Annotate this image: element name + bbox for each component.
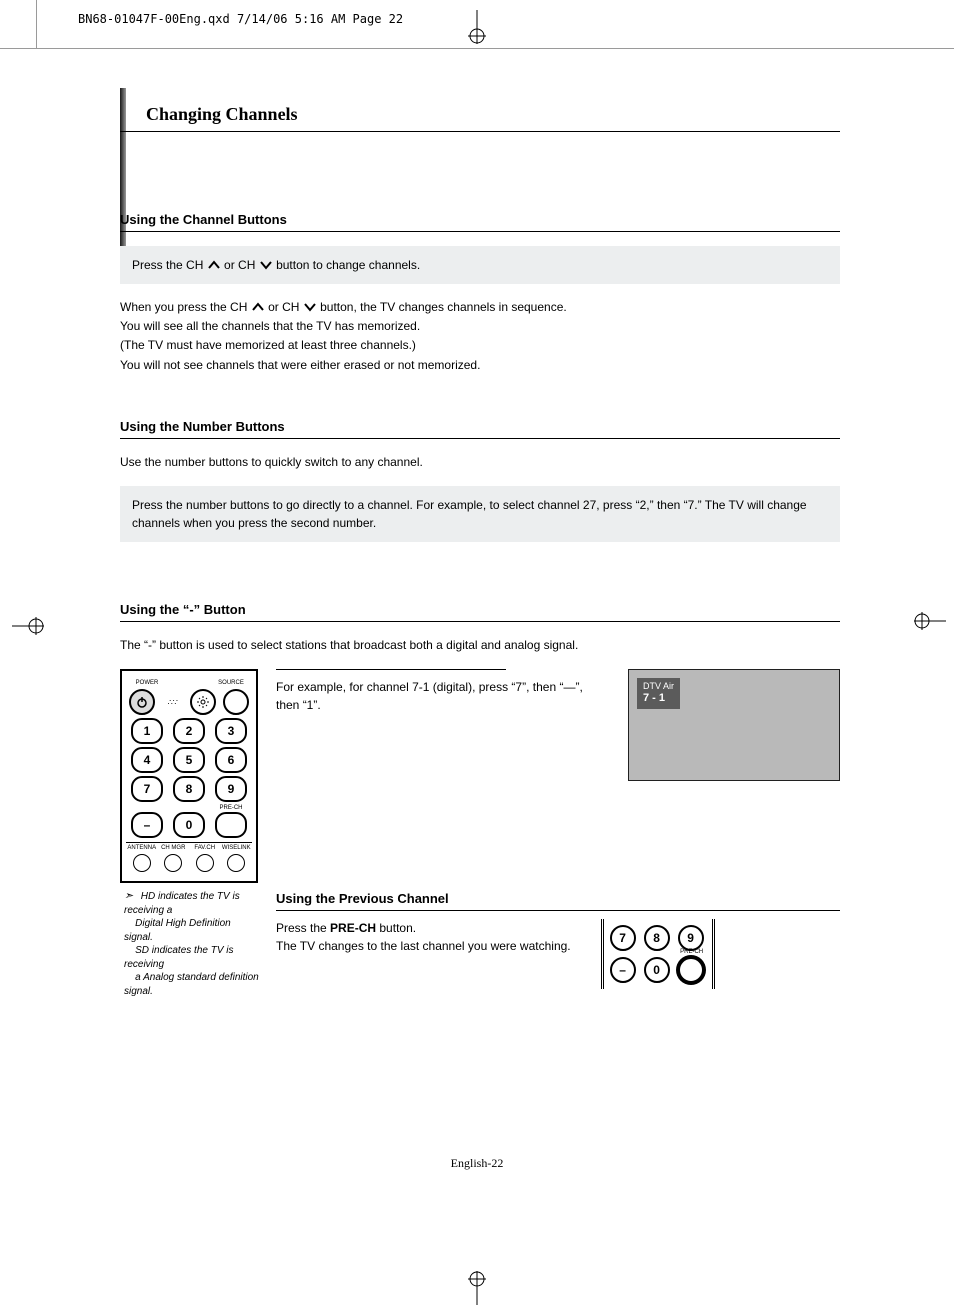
dash-button-intro: The “-” button is used to select station…: [120, 636, 840, 655]
remote-wiselink-button[interactable]: [227, 854, 245, 872]
ch-up-icon: [251, 302, 265, 313]
print-registration-right: [910, 610, 946, 632]
remote-wiselink-label: WISELINK: [221, 845, 253, 851]
example-rule: [276, 669, 506, 670]
remote-key-dash[interactable]: –: [131, 812, 163, 838]
remote-key-5[interactable]: 5: [173, 747, 205, 773]
page-title: Changing Channels: [120, 100, 298, 131]
remote-antenna-label: ANTENNA: [126, 845, 158, 851]
tv-channel-tag: DTV Air 7 - 1: [637, 678, 680, 709]
ch-down-icon: [259, 260, 273, 271]
previous-channel-desc: Press the PRE-CH button. The TV changes …: [276, 919, 571, 955]
remote-key-0[interactable]: 0: [173, 812, 205, 838]
remote-key-prech[interactable]: [215, 812, 247, 838]
print-registration-top: [466, 10, 488, 46]
remote-chmgr-button[interactable]: [164, 854, 182, 872]
remote-favch-label: FAV.CH: [189, 845, 221, 851]
source-file-header: BN68-01047F-00Eng.qxd 7/14/06 5:16 AM Pa…: [78, 12, 403, 26]
remote-key-9[interactable]: 9: [678, 925, 704, 951]
remote-key-1[interactable]: 1: [131, 718, 163, 744]
source-button[interactable]: [223, 689, 249, 715]
print-registration-left: [12, 615, 48, 637]
remote-power-label: POWER: [126, 680, 168, 686]
tv-screenshot: DTV Air 7 - 1: [628, 669, 840, 781]
remote-key-3[interactable]: 3: [215, 718, 247, 744]
remote-key-4[interactable]: 4: [131, 747, 163, 773]
prech-remote-illustration: 7 8 9 – 0 PRE-CH: [601, 919, 715, 989]
remote-key-6[interactable]: 6: [215, 747, 247, 773]
channel-buttons-desc: When you press the CH or CH button, the …: [120, 298, 840, 375]
remote-favch-button[interactable]: [196, 854, 214, 872]
ir-icon: ∴∵: [162, 698, 184, 707]
section-number-buttons-heading: Using the Number Buttons: [120, 419, 840, 439]
remote-key-2[interactable]: 2: [173, 718, 205, 744]
power-button[interactable]: [129, 689, 155, 715]
remote-source-label: SOURCE: [210, 680, 252, 686]
page-footer: English-22: [0, 1156, 954, 1171]
ch-down-icon: [303, 302, 317, 313]
number-buttons-boxnote: Press the number buttons to go directly …: [120, 486, 840, 542]
remote-chmgr-label: CH MGR: [158, 845, 190, 851]
remote-key-9[interactable]: 9: [215, 776, 247, 802]
remote-prech-label: PRE-CH: [678, 949, 706, 955]
number-buttons-intro: Use the number buttons to quickly switch…: [120, 453, 840, 472]
remote-key-7[interactable]: 7: [610, 925, 636, 951]
remote-key-dash[interactable]: –: [610, 957, 636, 983]
remote-illustration: POWER SOURCE ∴∵ 1 2 3: [120, 669, 258, 883]
brightness-button[interactable]: [190, 689, 216, 715]
remote-key-7[interactable]: 7: [131, 776, 163, 802]
remote-key-prech-highlighted[interactable]: [678, 957, 704, 983]
top-vrule: [36, 0, 37, 48]
txt: button to change channels.: [276, 258, 420, 272]
remote-key-0[interactable]: 0: [644, 957, 670, 983]
print-registration-bottom: [466, 1269, 488, 1305]
remote-key-8[interactable]: 8: [644, 925, 670, 951]
note-arrow-icon: ➣: [124, 889, 138, 904]
section-previous-channel-heading: Using the Previous Channel: [276, 891, 840, 911]
top-rule: [0, 48, 954, 49]
txt: Press the CH: [132, 258, 207, 272]
section-dash-button-heading: Using the “-” Button: [120, 602, 840, 622]
dash-example-text: For example, for channel 7-1 (digital), …: [276, 678, 604, 714]
remote-prech-label: PRE-CH: [217, 805, 245, 811]
hd-sd-note: ➣ HD indicates the TV is receiving a Dig…: [120, 889, 260, 998]
ch-up-icon: [207, 260, 221, 271]
remote-antenna-button[interactable]: [133, 854, 151, 872]
txt: or CH: [224, 258, 259, 272]
remote-key-8[interactable]: 8: [173, 776, 205, 802]
channel-buttons-boxnote: Press the CH or CH button to change chan…: [120, 246, 840, 284]
section-channel-buttons-heading: Using the Channel Buttons: [120, 212, 840, 232]
